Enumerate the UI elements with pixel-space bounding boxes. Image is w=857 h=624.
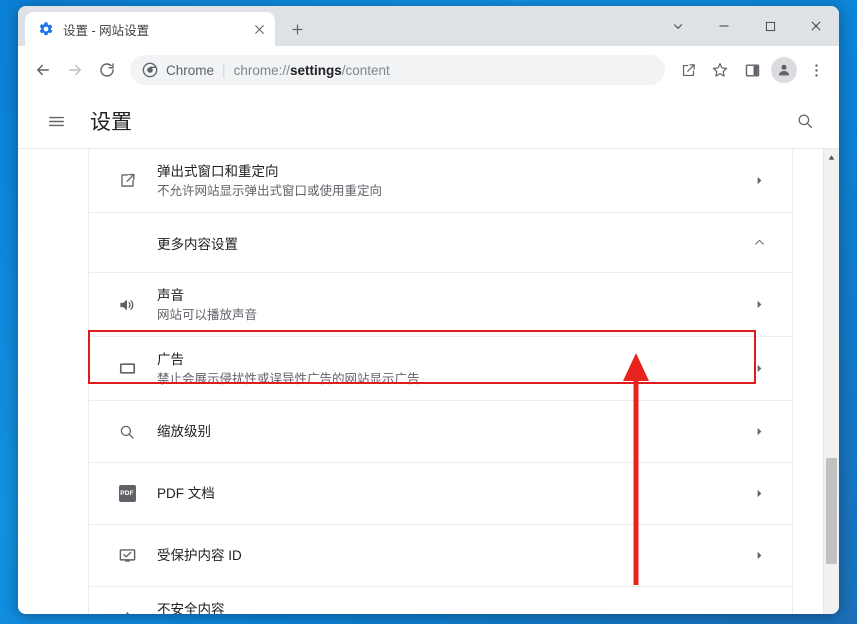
chevron-right-icon[interactable] <box>748 175 770 186</box>
scrollbar-track[interactable] <box>824 166 839 613</box>
settings-page-body: 弹出式窗口和重定向 不允许网站显示弹出式窗口或使用重定向 更多内容设置 声音 网… <box>18 148 839 614</box>
chevron-right-icon[interactable] <box>748 613 770 614</box>
row-text: 弹出式窗口和重定向 不允许网站显示弹出式窗口或使用重定向 <box>149 162 748 200</box>
row-text: 受保护内容 ID <box>149 546 748 565</box>
maximize-icon[interactable] <box>747 10 793 42</box>
scroll-up-arrow-icon[interactable] <box>824 149 840 166</box>
ad-banner-icon <box>105 359 149 378</box>
warning-icon <box>105 609 149 614</box>
back-arrow-icon[interactable] <box>28 55 58 85</box>
monitor-check-icon <box>105 546 149 565</box>
volume-icon <box>105 295 149 315</box>
chevron-up-icon[interactable] <box>748 236 770 249</box>
section-header-label: 更多内容设置 <box>157 236 238 252</box>
settings-row-zoom-levels[interactable]: 缩放级别 <box>89 401 792 463</box>
tab-strip: 设置 - 网站设置 <box>18 6 839 46</box>
section-header-more-content-settings[interactable]: 更多内容设置 <box>89 213 792 273</box>
omnibox-separator: | <box>222 62 226 78</box>
settings-gear-icon <box>38 21 54 37</box>
tab-title: 设置 - 网站设置 <box>63 23 150 38</box>
vertical-scrollbar[interactable] <box>823 149 839 614</box>
chevron-right-icon[interactable] <box>748 426 770 437</box>
row-subtitle: 网站可以播放声音 <box>157 307 258 322</box>
side-panel-icon[interactable] <box>737 55 767 85</box>
settings-row-ads[interactable]: 广告 禁止会展示侵扰性或误导性广告的网站显示广告 <box>89 337 792 401</box>
row-text: 不安全内容 默认情况下，各个网站都不... <box>149 600 748 615</box>
row-text: 广告 禁止会展示侵扰性或误导性广告的网站显示广告 <box>149 350 748 388</box>
share-icon[interactable] <box>673 55 703 85</box>
settings-row-popups[interactable]: 弹出式窗口和重定向 不允许网站显示弹出式窗口或使用重定向 <box>89 149 792 213</box>
chevron-right-icon[interactable] <box>748 363 770 374</box>
settings-row-protected-content-id[interactable]: 受保护内容 ID <box>89 525 792 587</box>
settings-side-rail <box>18 149 88 614</box>
browser-tab[interactable]: 设置 - 网站设置 <box>25 12 275 46</box>
row-subtitle: 不允许网站显示弹出式窗口或使用重定向 <box>157 183 383 198</box>
settings-row-pdf-documents[interactable]: PDF PDF 文档 <box>89 463 792 525</box>
scrollbar-thumb[interactable] <box>826 458 837 564</box>
address-bar[interactable]: Chrome | chrome://settings/content <box>130 55 665 85</box>
close-icon[interactable] <box>249 19 269 39</box>
settings-content-column: 弹出式窗口和重定向 不允许网站显示弹出式窗口或使用重定向 更多内容设置 声音 网… <box>88 149 793 614</box>
row-title: 缩放级别 <box>157 424 211 439</box>
url-emphasis: settings <box>289 62 342 78</box>
settings-row-sound[interactable]: 声音 网站可以播放声音 <box>89 273 792 337</box>
star-icon[interactable] <box>705 55 735 85</box>
close-window-icon[interactable] <box>793 10 839 42</box>
profile-avatar[interactable] <box>771 57 797 83</box>
page-title: 设置 <box>90 111 132 134</box>
row-title: 受保护内容 ID <box>157 548 242 563</box>
row-title: 弹出式窗口和重定向 <box>157 163 279 179</box>
pdf-icon: PDF <box>105 485 149 502</box>
url-suffix: /content <box>341 62 390 78</box>
browser-toolbar: Chrome | chrome://settings/content <box>18 46 839 94</box>
settings-header: 设置 <box>18 94 839 148</box>
browser-window: 设置 - 网站设置 Chrome | chrome://settings/con… <box>18 6 839 614</box>
forward-arrow-icon[interactable] <box>60 55 90 85</box>
chrome-logo-icon <box>142 62 158 78</box>
chevron-down-icon[interactable] <box>655 10 701 42</box>
new-tab-button[interactable] <box>283 15 311 43</box>
row-text: PDF 文档 <box>149 484 748 503</box>
pdf-badge-label: PDF <box>118 485 136 502</box>
hamburger-menu-icon[interactable] <box>44 109 68 133</box>
url-prefix: chrome:// <box>233 62 290 78</box>
row-title: 不安全内容 <box>157 601 225 615</box>
open-in-new-icon <box>105 171 149 190</box>
row-text: 缩放级别 <box>149 422 748 441</box>
reload-icon[interactable] <box>92 55 122 85</box>
scroll-down-arrow-icon[interactable] <box>824 613 840 614</box>
window-controls <box>655 6 839 46</box>
chevron-right-icon[interactable] <box>748 550 770 561</box>
row-title: 声音 <box>157 287 184 303</box>
search-icon[interactable] <box>793 109 817 133</box>
chevron-right-icon[interactable] <box>748 488 770 499</box>
chevron-right-icon[interactable] <box>748 299 770 310</box>
settings-row-insecure-content[interactable]: 不安全内容 默认情况下，各个网站都不... <box>89 587 792 614</box>
row-text: 声音 网站可以播放声音 <box>149 286 748 324</box>
row-subtitle: 禁止会展示侵扰性或误导性广告的网站显示广告 <box>157 371 420 386</box>
omnibox-url: chrome://settings/content <box>234 63 390 78</box>
magnifier-icon <box>105 423 149 441</box>
row-title: 广告 <box>157 351 184 367</box>
three-dot-menu-icon[interactable] <box>801 55 831 85</box>
row-title: PDF 文档 <box>157 486 215 501</box>
omnibox-site-label: Chrome <box>166 62 215 78</box>
minimize-icon[interactable] <box>701 10 747 42</box>
